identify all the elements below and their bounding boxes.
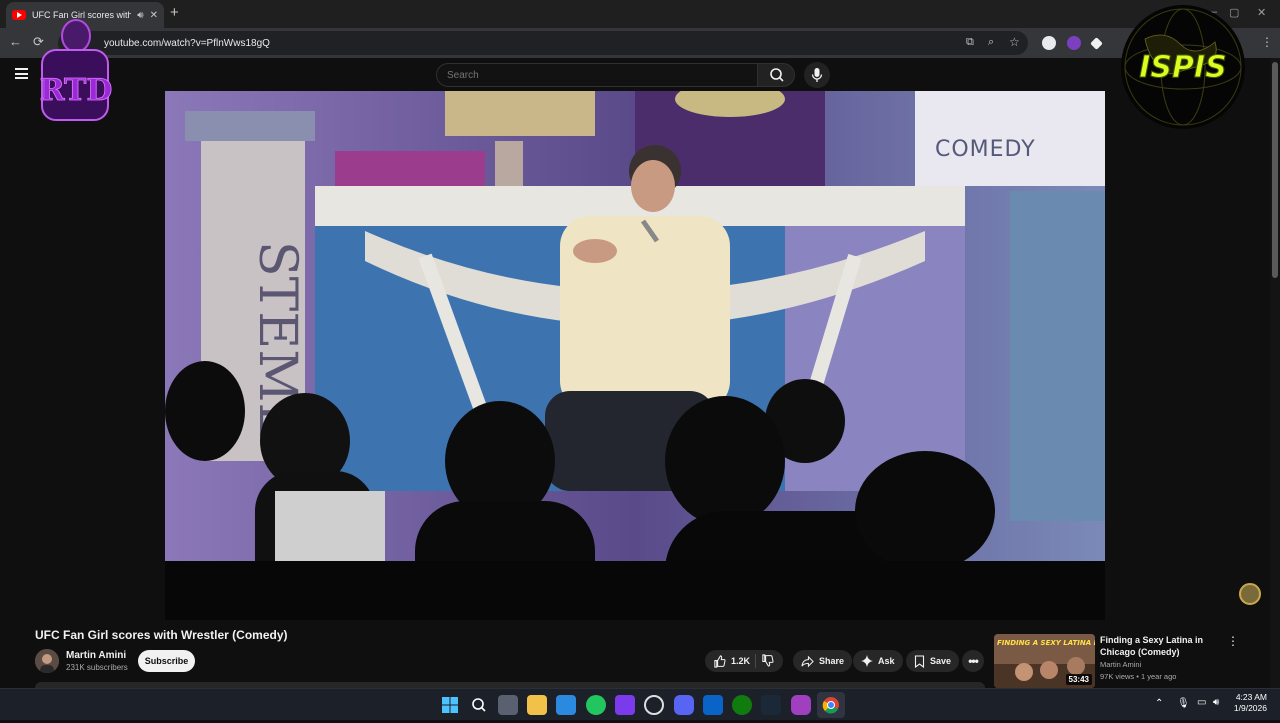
subscriber-count: 231K subscribers bbox=[66, 663, 128, 672]
tray-chevron-icon[interactable]: ⌃ bbox=[1155, 698, 1163, 709]
url-text: youtube.com/watch?v=PflnWws18gQ bbox=[104, 37, 270, 49]
more-horizontal-icon: ••• bbox=[968, 654, 979, 668]
taskbar-search-icon bbox=[472, 698, 486, 712]
dislike-button[interactable] bbox=[761, 653, 774, 669]
search-button[interactable] bbox=[757, 63, 795, 87]
app-green-icon[interactable] bbox=[586, 695, 606, 715]
xbox-icon[interactable] bbox=[732, 695, 752, 715]
thumbs-up-icon bbox=[714, 654, 726, 668]
bookmark-star-icon[interactable]: ☆ bbox=[1009, 35, 1020, 49]
mail-icon[interactable] bbox=[703, 695, 723, 715]
rtd-logo-icon: RTD bbox=[39, 19, 113, 121]
recommendation-title[interactable]: Finding a Sexy Latina in Chicago (Comedy… bbox=[1100, 634, 1210, 658]
windows-icon bbox=[442, 697, 458, 713]
zoom-icon[interactable]: ⌕ bbox=[988, 35, 994, 49]
browser-tab-bar: UFC Fan Girl scores with Wrestler (Comed… bbox=[0, 0, 1280, 28]
cast-icon[interactable]: ⧉ bbox=[966, 35, 974, 49]
like-dislike-group: 1.2K bbox=[705, 650, 783, 672]
globe-logo-icon: ISPIS bbox=[1121, 5, 1245, 129]
taskbar: ⌃ 🎙︎ ▭ 🔊︎ bbox=[0, 688, 1280, 720]
video-title: UFC Fan Girl scores with Wrestler (Comed… bbox=[35, 628, 288, 642]
taskbar-search-button[interactable] bbox=[469, 695, 489, 715]
subscribe-button[interactable]: Subscribe bbox=[138, 650, 195, 672]
browser-menu-icon[interactable]: ⋮ bbox=[1261, 35, 1273, 49]
tray-mic-icon[interactable]: 🎙︎ bbox=[1177, 698, 1190, 709]
extension-1-icon[interactable] bbox=[1042, 36, 1056, 50]
back-icon[interactable]: ← bbox=[9, 35, 22, 49]
microsoft-store-icon[interactable] bbox=[556, 695, 576, 715]
tray-network-icon[interactable]: ▭ bbox=[1197, 697, 1206, 708]
sparkle-icon bbox=[861, 655, 873, 667]
recommendation-thumbnail[interactable]: FINDING A SEXY LATINA IN CHICAGO 53:43 bbox=[994, 634, 1095, 688]
chrome-taskbar-button[interactable] bbox=[817, 692, 845, 718]
close-tab-icon[interactable]: ✕ bbox=[150, 10, 158, 21]
omnibox[interactable]: youtube.com/watch?v=PflnWws18gQ bbox=[58, 31, 1028, 55]
extension-2-icon[interactable] bbox=[1067, 36, 1081, 50]
bookmark-icon bbox=[914, 654, 925, 668]
video-frame: STEME COMEDY bbox=[165, 91, 1105, 620]
left-logo-text: RTD bbox=[40, 73, 113, 108]
chrome-icon bbox=[822, 697, 839, 714]
thumbs-down-icon bbox=[762, 653, 774, 667]
save-label: Save bbox=[930, 656, 952, 666]
scrollbar-thumb[interactable] bbox=[1272, 62, 1278, 278]
floating-avatar[interactable] bbox=[1239, 583, 1261, 605]
youtube-header bbox=[0, 58, 1280, 91]
app-purple-icon[interactable] bbox=[615, 695, 635, 715]
avatar-icon bbox=[35, 649, 59, 673]
clock-date: 1/9/2026 bbox=[1233, 703, 1267, 713]
extension-3-icon[interactable] bbox=[1090, 37, 1103, 50]
task-view-icon[interactable] bbox=[498, 695, 518, 715]
discord-icon[interactable] bbox=[674, 695, 694, 715]
file-explorer-icon[interactable] bbox=[527, 695, 547, 715]
search-icon bbox=[770, 68, 784, 82]
speaker-icon[interactable]: 🔊︎ bbox=[137, 10, 143, 21]
new-tab-button[interactable]: + bbox=[170, 5, 179, 21]
channel-avatar[interactable] bbox=[35, 649, 59, 673]
share-icon bbox=[801, 655, 814, 667]
address-bar-row: ← ⟳ youtube.com/watch?v=PflnWws18gQ ⧉ ⌕ … bbox=[0, 28, 1280, 58]
like-divider bbox=[755, 654, 757, 668]
ask-button[interactable]: Ask bbox=[853, 650, 903, 672]
clock-time: 4:23 AM bbox=[1235, 692, 1267, 702]
taskbar-clock[interactable]: 4:23 AM 1/9/2026 bbox=[1229, 692, 1267, 714]
like-count: 1.2K bbox=[731, 656, 751, 666]
like-button[interactable]: 1.2K bbox=[713, 654, 751, 668]
tray-volume-icon[interactable]: 🔊︎ bbox=[1213, 697, 1219, 708]
search-input[interactable] bbox=[436, 63, 758, 87]
start-button[interactable] bbox=[440, 695, 460, 715]
app-pink-icon[interactable] bbox=[791, 695, 811, 715]
save-button[interactable]: Save bbox=[906, 650, 960, 672]
recommendation-channel[interactable]: Martin Amini bbox=[1100, 660, 1141, 669]
menu-icon[interactable] bbox=[15, 68, 28, 79]
app-circle-icon[interactable] bbox=[644, 695, 664, 715]
recommendation-meta: 97K views • 1 year ago bbox=[1100, 672, 1177, 681]
channel-logo-left: RTD bbox=[36, 18, 116, 130]
recommendation-menu-icon[interactable]: ⋮ bbox=[1227, 634, 1239, 648]
share-button[interactable]: Share bbox=[793, 650, 853, 672]
channel-name[interactable]: Martin Amini bbox=[66, 650, 126, 661]
video-player[interactable]: STEME COMEDY bbox=[165, 91, 1105, 620]
close-window-icon[interactable]: ✕ bbox=[1257, 6, 1266, 19]
share-label: Share bbox=[819, 656, 845, 666]
channel-logo-right: ISPIS bbox=[1120, 4, 1246, 130]
microphone-icon bbox=[811, 68, 823, 82]
more-actions-button[interactable]: ••• bbox=[962, 650, 984, 672]
svg-text:COMEDY: COMEDY bbox=[935, 137, 1036, 162]
voice-search-button[interactable] bbox=[804, 62, 830, 88]
ask-label: Ask bbox=[878, 656, 895, 666]
right-logo-text: ISPIS bbox=[1139, 50, 1227, 85]
steam-icon[interactable] bbox=[761, 695, 781, 715]
youtube-favicon-icon bbox=[12, 10, 26, 20]
video-duration: 53:43 bbox=[1065, 674, 1092, 685]
thumb-overlay-text: FINDING A SEXY LATINA IN CHICAGO bbox=[997, 639, 1095, 647]
